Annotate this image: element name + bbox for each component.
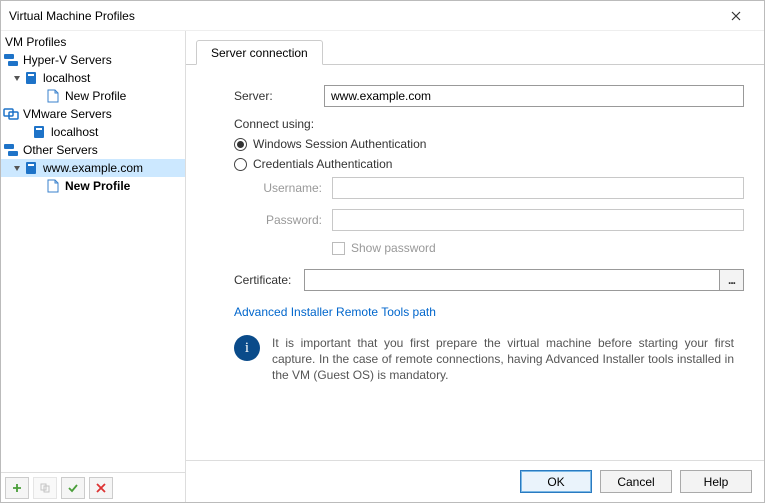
radio-label: Credentials Authentication: [253, 157, 392, 171]
window-title: Virtual Machine Profiles: [9, 9, 716, 23]
profile-icon: [45, 88, 61, 104]
tree-other-host[interactable]: www.example.com: [1, 159, 185, 177]
cancel-button[interactable]: Cancel: [600, 470, 672, 493]
check-button[interactable]: [61, 477, 85, 499]
tree-vmware[interactable]: VMware Servers: [1, 105, 185, 123]
close-icon: [731, 11, 741, 21]
x-icon: [96, 483, 106, 493]
remove-button[interactable]: [89, 477, 113, 499]
tree-label: New Profile: [63, 89, 126, 103]
tree-label: Hyper-V Servers: [21, 53, 112, 67]
username-input: [332, 177, 744, 199]
profile-icon: [45, 178, 61, 194]
tree-label: VMware Servers: [21, 107, 112, 121]
dialog-window: Virtual Machine Profiles VM Profiles Hyp…: [0, 0, 765, 503]
server-label: Server:: [234, 89, 324, 103]
ok-button[interactable]: OK: [520, 470, 592, 493]
info-text: It is important that you first prepare t…: [272, 335, 744, 384]
tree-label: www.example.com: [41, 161, 143, 175]
server-input[interactable]: [324, 85, 744, 107]
tree-label: localhost: [41, 71, 90, 85]
server-icon: [31, 124, 47, 140]
checkbox-icon: [332, 242, 345, 255]
info-icon: i: [234, 335, 260, 361]
sidebar: VM Profiles Hyper-V Servers localhost: [1, 31, 186, 502]
radio-unselected-icon: [234, 158, 247, 171]
password-label: Password:: [242, 213, 332, 227]
help-button[interactable]: Help: [680, 470, 752, 493]
expander-open-icon[interactable]: [11, 162, 23, 174]
tree-hyperv-newprofile[interactable]: New Profile: [1, 87, 185, 105]
copy-button[interactable]: [33, 477, 57, 499]
show-password-checkbox: Show password: [332, 241, 744, 255]
info-panel: i It is important that you first prepare…: [234, 335, 744, 384]
button-label: OK: [547, 475, 564, 489]
tree-label: VM Profiles: [3, 35, 66, 49]
ellipsis-icon: ...: [728, 273, 735, 287]
username-label: Username:: [242, 181, 332, 195]
tree-vm-profiles[interactable]: VM Profiles: [1, 33, 185, 51]
tree-label: Other Servers: [21, 143, 98, 157]
show-password-label: Show password: [351, 241, 436, 255]
connect-using-label: Connect using:: [234, 117, 314, 131]
profile-tree[interactable]: VM Profiles Hyper-V Servers localhost: [1, 31, 185, 472]
radio-selected-icon: [234, 138, 247, 151]
content-panel: Server connection Server: Connect using:…: [186, 31, 764, 502]
radio-label: Windows Session Authentication: [253, 137, 426, 151]
tab-server-connection[interactable]: Server connection: [196, 40, 323, 65]
servers-icon: [3, 142, 19, 158]
titlebar: Virtual Machine Profiles: [1, 1, 764, 31]
vmware-icon: [3, 106, 19, 122]
sidebar-toolbar: [1, 472, 185, 502]
add-button[interactable]: [5, 477, 29, 499]
tree-hyperv[interactable]: Hyper-V Servers: [1, 51, 185, 69]
tree-label: localhost: [49, 125, 98, 139]
radio-credentials[interactable]: Credentials Authentication: [234, 157, 744, 171]
button-label: Help: [704, 475, 729, 489]
tree-label: New Profile: [63, 179, 130, 193]
certificate-input[interactable]: [304, 269, 720, 291]
copy-icon: [40, 483, 50, 493]
certificate-browse-button[interactable]: ...: [720, 269, 744, 291]
tree-vmware-localhost[interactable]: localhost: [1, 123, 185, 141]
dialog-body: VM Profiles Hyper-V Servers localhost: [1, 31, 764, 502]
server-icon: [23, 160, 39, 176]
remote-tools-link[interactable]: Advanced Installer Remote Tools path: [234, 305, 436, 319]
tree-other[interactable]: Other Servers: [1, 141, 185, 159]
dialog-buttons: OK Cancel Help: [186, 460, 764, 502]
servers-icon: [3, 52, 19, 68]
tab-label: Server connection: [211, 46, 308, 60]
tree-hyperv-localhost[interactable]: localhost: [1, 69, 185, 87]
server-icon: [23, 70, 39, 86]
certificate-label: Certificate:: [234, 273, 304, 287]
radio-windows-session[interactable]: Windows Session Authentication: [234, 137, 744, 151]
plus-icon: [12, 483, 22, 493]
tab-strip: Server connection: [186, 37, 764, 65]
button-label: Cancel: [617, 475, 654, 489]
password-input: [332, 209, 744, 231]
expander-open-icon[interactable]: [11, 72, 23, 84]
form-area: Server: Connect using: Windows Session A…: [186, 65, 764, 460]
tree-other-newprofile[interactable]: New Profile: [1, 177, 185, 195]
close-button[interactable]: [716, 1, 756, 30]
check-icon: [68, 483, 78, 493]
